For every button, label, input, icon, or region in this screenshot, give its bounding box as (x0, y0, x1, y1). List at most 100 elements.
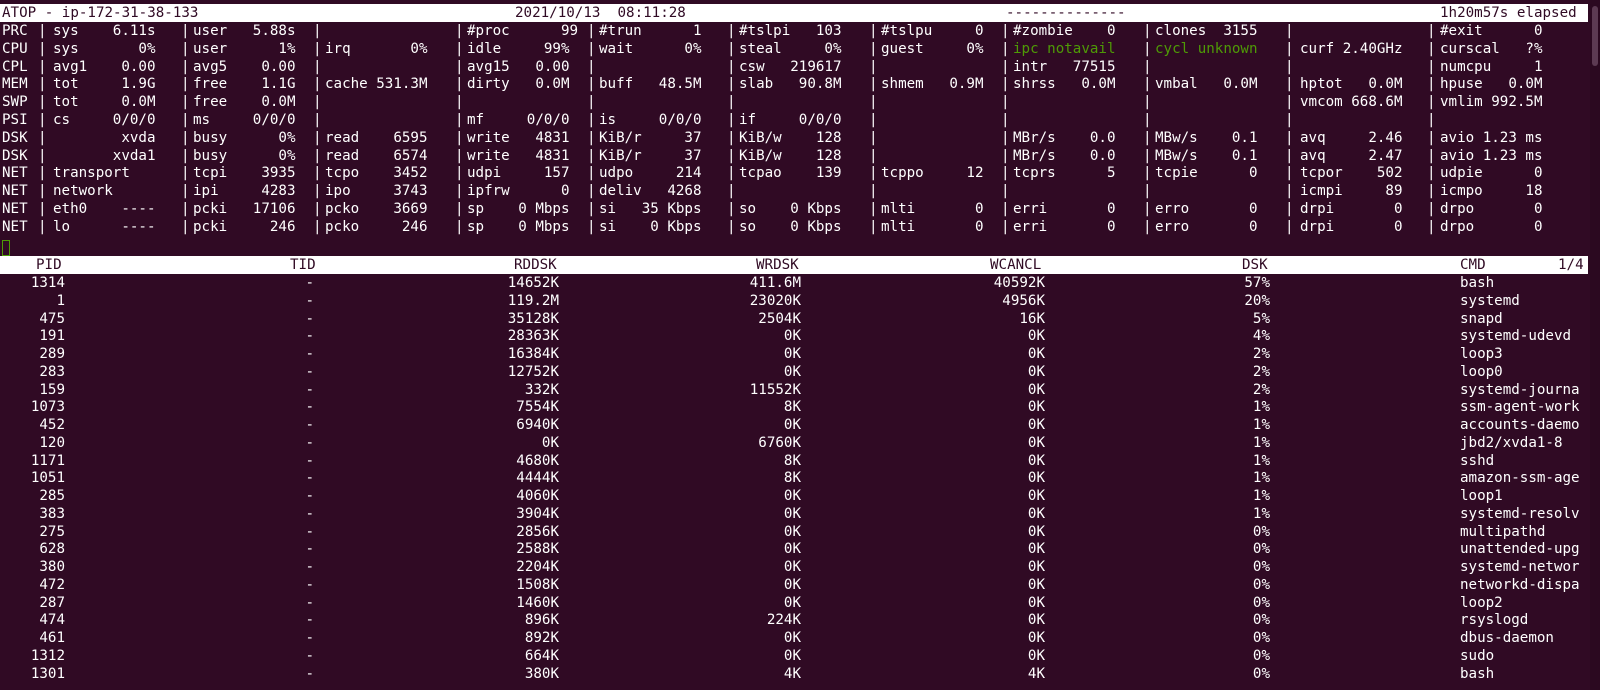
column-separator: | (38, 94, 47, 111)
wrdsk-cell: 0K (783, 594, 801, 611)
table-row[interactable]: 461 - 892K 0K 0K 0% dbus-daemon (0, 629, 1588, 647)
terminal-window[interactable]: ATOP - ip-172-31-38-133 2021/10/13 08:11… (0, 0, 1600, 690)
table-row[interactable]: 475 - 35128K 2504K 16K 5% snapd (0, 310, 1588, 328)
system-row-net: NET | | | | | | | | | | | eth0 ---- pcki 17106 pcko 36… (0, 200, 1588, 218)
wrdsk-cell: 0K (783, 647, 801, 664)
column-separator: | (313, 147, 322, 164)
table-row[interactable]: 283 - 12752K 0K 0K 2% loop0 (0, 363, 1588, 381)
metric-cell: intr 77515 (1013, 58, 1116, 75)
dsk-cell: 5% (1252, 310, 1270, 327)
column-separator: | (455, 40, 464, 57)
cmd-cell: systemd-networ (1460, 559, 1580, 575)
table-row[interactable]: 287 - 1460K 0K 0K 0% loop2 (0, 594, 1588, 612)
dsk-cell: 2% (1252, 346, 1270, 362)
wrdsk-cell: 0K (783, 630, 801, 646)
table-row[interactable]: 275 - 2856K 0K 0K 0% multipathd (0, 523, 1588, 541)
metric-cell: avg1 0.00 (53, 58, 156, 75)
pid-cell: 1051 (30, 470, 65, 487)
system-row-net: NET | | | | | | | | | | | transport tcpi 3935 tcpo 345… (0, 164, 1588, 182)
dsk-cell: 0% (1252, 541, 1270, 558)
pid-cell: 472 (39, 576, 65, 593)
wrdsk-cell: 23020K (749, 292, 801, 309)
dsk-cell: 4% (1252, 328, 1270, 345)
row-label: NET (2, 218, 28, 235)
metric-cell: read 6574 (325, 147, 428, 164)
wcancl-cell: 0K (1027, 417, 1045, 433)
table-row[interactable]: 380 - 2204K 0K 0K 0% systemd-networ (0, 558, 1588, 576)
table-row[interactable]: 1073 - 7554K 8K 0K 1% ssm-agent-work (0, 398, 1588, 416)
table-row[interactable]: 1312 - 664K 0K 0K 0% sudo (0, 647, 1588, 665)
dsk-cell: 20% (1244, 292, 1270, 309)
wrdsk-cell: 2504K (758, 310, 801, 327)
column-separator: | (1143, 218, 1152, 235)
wcancl-cell: 0K (1027, 576, 1045, 593)
table-row[interactable]: 628 - 2588K 0K 0K 0% unattended-upg (0, 540, 1588, 558)
column-separator: | (1427, 76, 1436, 93)
wcancl-cell: 0K (1027, 647, 1045, 664)
column-separator: | (1285, 218, 1294, 235)
metric-cell: sys 6.11s (53, 23, 156, 39)
table-row[interactable]: 120 - 0K 6760K 0K 1% jbd2/xvda1-8 (0, 434, 1588, 452)
column-separator: | (587, 112, 596, 128)
wrdsk-cell: 8K (783, 399, 801, 416)
system-row-cpu: CPU | | | | | | | | | | | sys 0% user 1% irq 0% idle 99… (0, 40, 1588, 58)
pid-cell: 283 (39, 363, 65, 380)
table-row[interactable]: 1051 - 4444K 8K 0K 1% amazon-ssm-age (0, 469, 1588, 487)
table-row[interactable]: 1171 - 4680K 8K 0K 1% sshd (0, 452, 1588, 470)
column-separator: | (181, 94, 190, 111)
table-row[interactable]: 452 - 6940K 0K 0K 1% accounts-daemo (0, 416, 1588, 434)
column-separator: | (1285, 112, 1294, 128)
dsk-cell: 0% (1252, 612, 1270, 629)
column-separator: | (1427, 129, 1436, 146)
wrdsk-cell: 0K (783, 488, 801, 504)
pid-cell: 474 (39, 612, 65, 629)
metric-cell: erro 0 (1155, 201, 1258, 217)
metric-cell: tcprs 5 (1013, 165, 1116, 182)
cmd-cell: snapd (1460, 310, 1503, 327)
table-row[interactable]: 159 - 332K 11552K 0K 2% systemd-journa (0, 381, 1588, 399)
pid-cell: 628 (39, 541, 65, 558)
rddsk-cell: 16384K (507, 346, 559, 362)
table-row[interactable]: 383 - 3904K 0K 0K 1% systemd-resolv (0, 505, 1588, 523)
column-separator: | (1143, 40, 1152, 57)
pid-cell: 1312 (30, 647, 65, 664)
table-row[interactable]: 472 - 1508K 0K 0K 0% networkd-dispa (0, 576, 1588, 594)
rddsk-cell: 892K (524, 630, 559, 646)
metric-cell: so 0 Kbps (739, 201, 842, 217)
table-row[interactable]: 1314 - 14652K 411.6M 40592K 57% bash (0, 274, 1588, 292)
metric-cell: so 0 Kbps (739, 218, 842, 235)
metric-cell: cycl unknown (1155, 40, 1258, 57)
metric-cell: busy 0% (193, 147, 296, 164)
table-row[interactable]: 1301 - 380K 4K 4K 0% bash (0, 665, 1588, 683)
table-row[interactable]: 285 - 4060K 0K 0K 1% loop1 (0, 487, 1588, 505)
dsk-cell: 0% (1252, 523, 1270, 540)
metric-cell: guest 0% (881, 40, 984, 57)
scrollbar[interactable] (1590, 0, 1600, 690)
metric-cell: irq 0% (325, 40, 428, 57)
pid-cell: 120 (39, 434, 65, 451)
pid-cell: 452 (39, 417, 65, 433)
metric-cell: xvda1 (53, 147, 156, 164)
cmd-cell: multipathd (1460, 523, 1546, 540)
page-indicator: 1/4 (1558, 257, 1584, 273)
table-row[interactable]: 474 - 896K 224K 0K 0% rsyslogd (0, 611, 1588, 629)
wrdsk-cell: 0K (783, 328, 801, 345)
tid-cell: - (305, 346, 314, 362)
column-separator: | (181, 58, 190, 75)
wrdsk-cell: 0K (783, 346, 801, 362)
rddsk-cell: 2856K (516, 523, 559, 540)
wrdsk-cell: 0K (783, 417, 801, 433)
column-separator: | (1427, 183, 1436, 200)
cmd-cell: loop0 (1460, 363, 1503, 380)
rddsk-cell: 28363K (507, 328, 559, 345)
metric-cell: erri 0 (1013, 218, 1116, 235)
column-separator: | (1427, 58, 1436, 75)
scrollbar-thumb[interactable] (1592, 6, 1598, 66)
dsk-cell: 0% (1252, 594, 1270, 611)
column-separator: | (1285, 201, 1294, 217)
table-row[interactable]: 289 - 16384K 0K 0K 2% loop3 (0, 345, 1588, 363)
table-row[interactable]: 191 - 28363K 0K 0K 4% systemd-udevd (0, 327, 1588, 345)
metric-cell: #trun 1 (599, 23, 702, 39)
tid-cell: - (305, 328, 314, 345)
table-row[interactable]: 1 - 119.2M 23020K 4956K 20% systemd (0, 292, 1588, 310)
